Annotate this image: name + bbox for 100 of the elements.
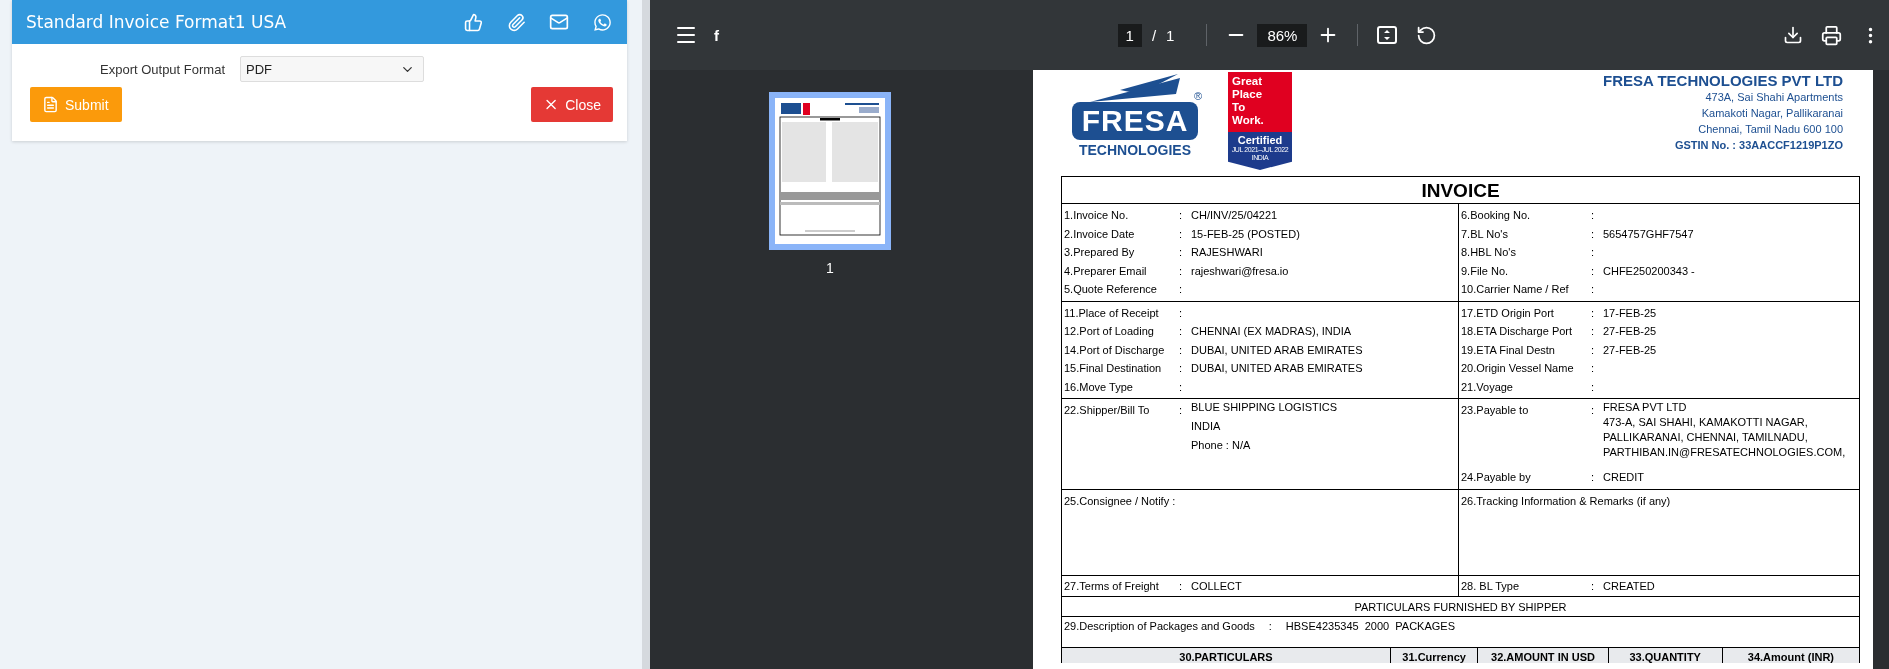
address-line: Chennai, Tamil Nadu 600 100 — [1698, 122, 1843, 137]
download-icon[interactable] — [1783, 25, 1803, 45]
page-count: 1 — [1166, 26, 1175, 44]
field-label: 14.Port of Discharge — [1064, 343, 1166, 356]
field-label: 2.Invoice Date — [1064, 227, 1136, 240]
field-colon: : — [1591, 264, 1596, 277]
field-label: 10.Carrier Name / Ref — [1461, 283, 1570, 296]
field-value: HBSE4235345 2000 PACKAGES — [1285, 620, 1456, 634]
field-value: DUBAI, UNITED ARAB EMIRATES — [1191, 362, 1364, 375]
field-label: 24.Payable by — [1461, 470, 1532, 483]
field-value: rajeshwari@fresa.io — [1191, 264, 1290, 277]
thumbnail-label: 1 — [826, 260, 834, 276]
gstin-number: GSTIN No. : 33AACCF1219P1ZO — [1674, 138, 1843, 153]
field-label: 28. BL Type — [1461, 580, 1521, 592]
field-colon: : — [1179, 209, 1184, 222]
field-label: 22.Shipper/Bill To — [1064, 404, 1151, 416]
section-heading: PARTICULARS FURNISHED BY SHIPPER — [1062, 597, 1859, 617]
field-colon: : — [1179, 343, 1184, 356]
close-button[interactable]: Close — [531, 87, 613, 122]
company-name: FRESA TECHNOLOGIES PVT LTD — [1603, 72, 1843, 89]
document-title: f — [714, 26, 719, 44]
field-value: CH/INV/25/04221 — [1191, 209, 1279, 222]
field-colon: : — [1268, 620, 1272, 634]
badge-text: Certified — [1237, 134, 1283, 146]
field-label: Export Output Format — [99, 61, 225, 77]
field-colon: : — [1591, 404, 1596, 416]
print-icon[interactable] — [1821, 24, 1842, 46]
field-label: 7.BL No's — [1461, 227, 1509, 240]
page-number-field[interactable]: 1 — [1117, 23, 1142, 47]
format-select[interactable]: PDF — [240, 56, 424, 82]
field-value: CHENNAI (EX MADRAS), INDIA — [1191, 325, 1353, 338]
column-header: 30.PARTICULARS — [1062, 648, 1391, 663]
badge-text: Work. — [1232, 114, 1265, 127]
field-label: 23.Payable to — [1461, 404, 1530, 416]
thumbs-up-icon[interactable] — [462, 11, 484, 33]
field-label: 11.Place of Receipt — [1064, 306, 1160, 319]
field-label: 21.Voyage — [1461, 380, 1514, 393]
page-separator: / — [1151, 26, 1157, 44]
field-colon: : — [1179, 362, 1184, 375]
field-colon: : — [1591, 580, 1596, 592]
field-value: PALLIKARANAI, CHENNAI, TAMILNADU, — [1603, 431, 1809, 443]
field-value: CHFE250200343 - — [1603, 264, 1696, 277]
field-label: 26.Tracking Information & Remarks (if any) — [1461, 495, 1672, 507]
field-label: 16.Move Type — [1064, 380, 1134, 393]
field-colon: : — [1591, 283, 1596, 296]
field-label: 25.Consignee / Notify : — [1064, 495, 1177, 507]
page-thumbnail[interactable] — [769, 92, 891, 250]
field-colon: : — [1179, 380, 1184, 393]
rotate-icon[interactable] — [1416, 24, 1438, 46]
field-value: 17-FEB-25 — [1603, 306, 1658, 319]
address-line: 473A, Sai Shahi Apartments — [1705, 90, 1843, 105]
field-label: 4.Preparer Email — [1064, 264, 1148, 277]
field-colon: : — [1179, 283, 1184, 296]
field-label: 17.ETD Origin Port — [1461, 306, 1555, 319]
whatsapp-icon[interactable] — [591, 11, 613, 33]
field-value: INDIA — [1191, 420, 1222, 432]
field-label: 15.Final Destination — [1064, 362, 1163, 375]
field-label: 12.Port of Loading — [1064, 325, 1155, 338]
field-colon: : — [1591, 209, 1596, 222]
column-header: 32.AMOUNT IN USD — [1478, 648, 1609, 663]
badge-text: To — [1232, 101, 1247, 114]
field-colon: : — [1179, 404, 1184, 416]
field-colon: : — [1591, 362, 1596, 375]
field-value: 5654757GHF7547 — [1603, 227, 1695, 240]
dialog-title: Standard Invoice Format1 USA — [26, 12, 288, 32]
field-value: BLUE SHIPPING LOGISTICS — [1191, 401, 1339, 413]
field-value: 27-FEB-25 — [1603, 325, 1658, 338]
field-label: 19.ETA Final Destn — [1461, 343, 1556, 356]
field-colon: : — [1591, 343, 1596, 356]
field-colon: : — [1591, 246, 1596, 259]
field-label: 1.Invoice No. — [1064, 209, 1130, 222]
field-label: 8.HBL No's — [1461, 246, 1517, 259]
column-header: 34.Amount (INR) — [1746, 650, 1835, 663]
badge-text: Place — [1232, 88, 1264, 101]
field-value: CREATED — [1603, 580, 1656, 592]
invoice-title: INVOICE — [1062, 177, 1859, 204]
badge-text: Great — [1232, 75, 1264, 88]
zoom-field[interactable]: 86% — [1257, 23, 1308, 47]
field-value: DUBAI, UNITED ARAB EMIRATES — [1191, 343, 1364, 356]
fit-page-icon[interactable] — [1376, 24, 1399, 46]
field-label: 9.File No. — [1461, 264, 1510, 277]
field-value: CREDIT — [1603, 470, 1645, 483]
logo-tagline: TECHNOLOGIES — [1079, 142, 1191, 158]
address-line: Kamakoti Nagar, Pallikaranai — [1701, 106, 1843, 121]
field-label: 18.ETA Discharge Port — [1461, 325, 1574, 338]
field-label: 27.Terms of Freight — [1064, 580, 1160, 592]
field-value: 473-A, SAI SHAHI, KAMAKOTTI NAGAR, — [1603, 416, 1809, 428]
field-value: FRESA PVT LTD — [1603, 401, 1688, 413]
field-value: RAJESHWARI — [1191, 246, 1264, 259]
field-value: PARTHIBAN.IN@FRESATECHNOLOGIES.COM, — [1603, 446, 1847, 458]
column-header: 33.QUANTITY — [1608, 648, 1723, 663]
field-label: 3.Prepared By — [1064, 246, 1136, 259]
field-label: 5.Quote Reference — [1064, 283, 1158, 296]
field-colon: : — [1591, 380, 1596, 393]
field-colon: : — [1591, 325, 1596, 338]
field-label: 29.Description of Packages and Goods — [1064, 620, 1255, 634]
field-value: COLLECT — [1191, 580, 1243, 592]
field-value: Phone : N/A — [1191, 439, 1252, 451]
field-colon: : — [1591, 470, 1596, 483]
field-colon: : — [1591, 306, 1596, 319]
